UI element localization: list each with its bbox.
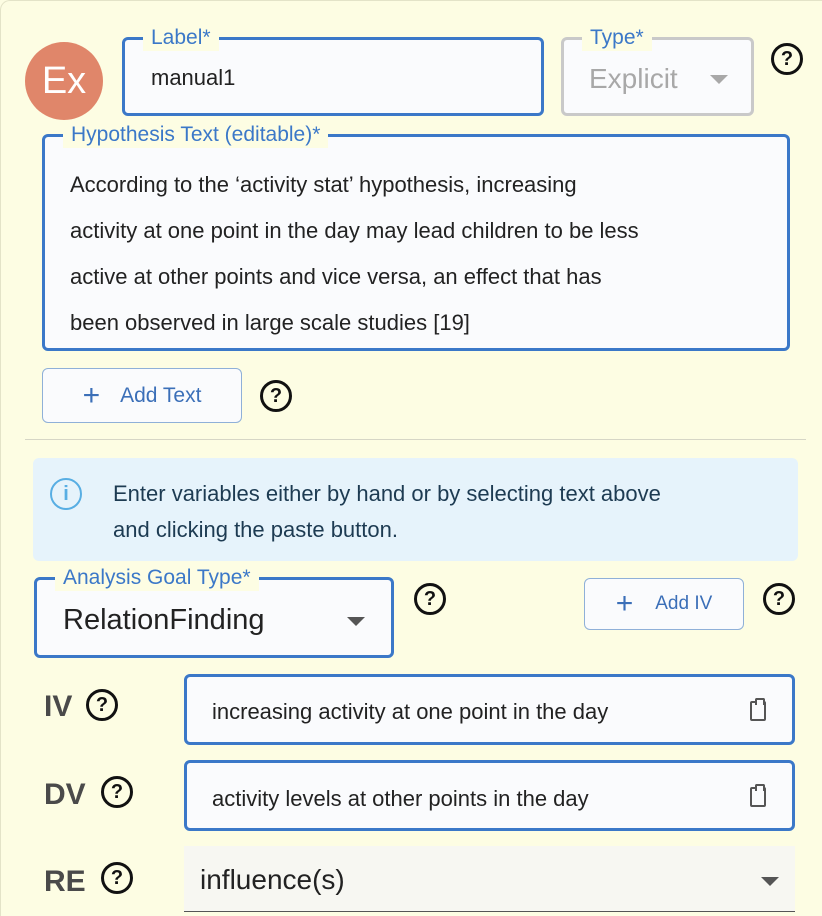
paste-icon[interactable] — [750, 698, 766, 721]
dv-value: activity levels at other points in the d… — [212, 786, 589, 811]
label-field[interactable]: Label* manual1 — [122, 25, 544, 116]
plus-icon: + — [82, 378, 101, 412]
re-value: influence(s) — [200, 864, 345, 895]
chevron-down-icon — [347, 617, 365, 626]
plus-icon: + — [615, 587, 634, 620]
help-icon[interactable]: ? — [414, 583, 446, 615]
hypothesis-line: According to the ‘activity stat’ hypothe… — [70, 172, 577, 197]
iv-value: increasing activity at one point in the … — [212, 699, 609, 724]
hypothesis-line: active at other points and vice versa, a… — [70, 264, 602, 289]
chevron-down-icon — [710, 75, 728, 84]
label-field-value: manual1 — [151, 65, 236, 90]
dv-input[interactable]: activity levels at other points in the d… — [184, 760, 795, 831]
avatar-text: Ex — [41, 59, 87, 102]
type-select-legend: Type* — [582, 25, 652, 51]
re-select[interactable]: influence(s) — [184, 846, 795, 912]
add-text-label: Add Text — [120, 383, 202, 407]
paste-icon[interactable] — [750, 784, 766, 807]
help-icon[interactable]: ? — [763, 583, 795, 615]
type-select-value: Explicit — [589, 63, 678, 94]
analysis-goal-select[interactable]: Analysis Goal Type* RelationFinding — [34, 565, 394, 658]
hypothesis-line: been observed in large scale studies [19… — [70, 310, 470, 335]
dv-label: DV — [44, 778, 86, 811]
add-text-button[interactable]: + Add Text — [42, 368, 242, 423]
hypothesis-text: According to the ‘activity stat’ hypothe… — [70, 162, 639, 346]
type-select[interactable]: Type* Explicit — [561, 25, 754, 116]
analysis-goal-legend: Analysis Goal Type* — [55, 565, 259, 591]
hypothesis-line: activity at one point in the day may lea… — [70, 218, 639, 243]
info-icon: i — [50, 478, 82, 510]
chevron-down-icon — [761, 877, 779, 886]
help-icon[interactable]: ? — [101, 776, 133, 808]
hypothesis-text-field[interactable]: Hypothesis Text (editable)* According to… — [42, 122, 790, 351]
iv-label: IV — [44, 690, 73, 723]
divider — [25, 439, 806, 440]
help-icon[interactable]: ? — [86, 689, 118, 721]
hypothesis-legend: Hypothesis Text (editable)* — [63, 122, 329, 148]
add-iv-button[interactable]: + Add IV — [584, 578, 744, 630]
label-field-legend: Label* — [143, 25, 219, 51]
iv-input[interactable]: increasing activity at one point in the … — [184, 674, 795, 745]
add-iv-label: Add IV — [655, 593, 713, 614]
analysis-goal-value: RelationFinding — [63, 604, 265, 636]
info-alert: i Enter variables either by hand or by s… — [33, 458, 798, 561]
avatar: Ex — [25, 42, 103, 120]
help-icon[interactable]: ? — [771, 43, 803, 75]
re-label: RE — [44, 865, 86, 898]
help-icon[interactable]: ? — [260, 380, 292, 412]
help-icon[interactable]: ? — [101, 862, 133, 894]
info-text: Enter variables either by hand or by sel… — [113, 481, 661, 542]
